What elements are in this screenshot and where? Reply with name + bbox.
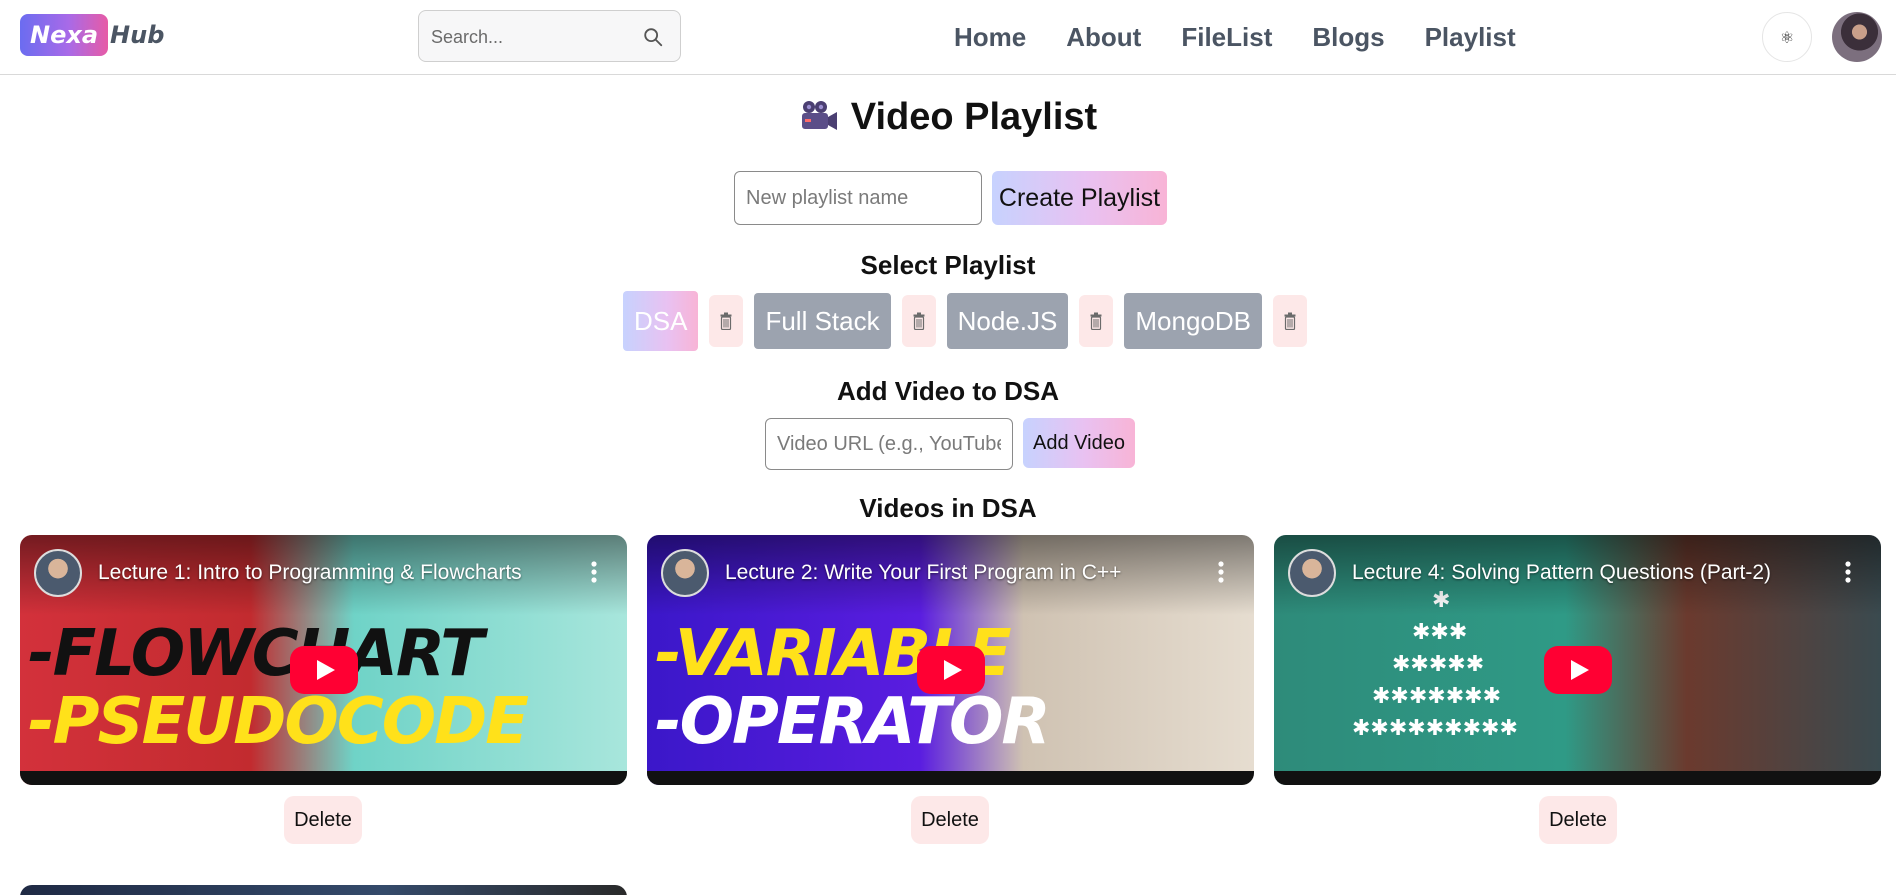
create-playlist-form: Create Playlist xyxy=(734,171,1167,225)
more-options-icon[interactable] xyxy=(591,561,597,583)
delete-playlist-button[interactable] xyxy=(709,295,744,347)
create-playlist-button[interactable]: Create Playlist xyxy=(992,171,1167,225)
playlist-selector: DSA Full Stack Node.JS MongoDB xyxy=(623,291,1318,351)
video-url-input[interactable] xyxy=(765,418,1013,470)
nav-link-about[interactable]: About xyxy=(1066,22,1141,53)
delete-playlist-button[interactable] xyxy=(1079,295,1114,347)
videos-heading: Videos in DSA xyxy=(859,493,1037,523)
select-playlist-heading: Select Playlist xyxy=(860,250,1036,280)
delete-playlist-button[interactable] xyxy=(1272,295,1307,347)
new-playlist-input[interactable] xyxy=(734,171,982,225)
svg-text:✱✱✱✱✱✱✱: ✱✱✱✱✱✱✱ xyxy=(1372,684,1501,709)
nav-link-playlist[interactable]: Playlist xyxy=(1425,22,1516,53)
video-embed[interactable]: -VARIABLE -OPERATOR Lecture 2: Write You… xyxy=(647,535,1254,785)
trash-icon xyxy=(1284,312,1296,330)
add-video-form: Add Video xyxy=(765,418,1135,470)
video-embed[interactable]: -FLOWCHART -PSEUDOCODE Lecture 1: Intro … xyxy=(20,535,627,785)
page-title: Video Playlist xyxy=(0,96,1896,139)
delete-playlist-button[interactable] xyxy=(901,295,936,347)
logo[interactable]: Nexa Hub xyxy=(20,14,164,56)
video-title[interactable]: Lecture 2: Write Your First Program in C… xyxy=(725,561,1121,585)
playlist-button-nodejs[interactable]: Node.JS xyxy=(946,293,1069,349)
add-video-button[interactable]: Add Video xyxy=(1023,418,1135,468)
more-options-icon[interactable] xyxy=(1218,561,1224,583)
video-embed[interactable]: ✱ ✱✱✱ ✱✱✱✱✱ ✱✱✱✱✱✱✱ ✱✱✱✱✱✱✱✱✱ Lecture 4:… xyxy=(1274,535,1881,785)
video-title[interactable]: Lecture 4: Solving Pattern Questions (Pa… xyxy=(1352,561,1771,585)
play-button-icon[interactable] xyxy=(289,646,358,694)
delete-video-button[interactable]: Delete xyxy=(284,796,362,844)
trash-icon xyxy=(913,312,925,330)
channel-avatar[interactable] xyxy=(34,549,82,597)
nav-link-filelist[interactable]: FileList xyxy=(1181,22,1272,53)
trash-icon xyxy=(1090,312,1102,330)
playlist-button-mongodb[interactable]: MongoDB xyxy=(1124,293,1262,349)
delete-video-button[interactable]: Delete xyxy=(911,796,989,844)
svg-text:✱✱✱: ✱✱✱ xyxy=(1412,620,1467,645)
play-button-icon[interactable] xyxy=(916,646,985,694)
thumbnail-footer xyxy=(1274,771,1881,785)
delete-video-button[interactable]: Delete xyxy=(1539,796,1617,844)
thumbnail-text: -OPERATOR xyxy=(655,685,1051,759)
thumbnail-footer xyxy=(20,771,627,785)
add-video-heading: Add Video to DSA xyxy=(837,376,1059,406)
thumbnail-text: -PSEUDOCODE xyxy=(28,685,529,759)
play-button-icon[interactable] xyxy=(1543,646,1612,694)
playlist-button-full-stack[interactable]: Full Stack xyxy=(754,293,891,349)
search-box[interactable] xyxy=(418,10,681,62)
more-options-icon[interactable] xyxy=(1845,561,1851,583)
page-title-text: Video Playlist xyxy=(850,96,1098,138)
nav-link-home[interactable]: Home xyxy=(954,22,1026,53)
logo-text[interactable]: Hub xyxy=(110,21,164,49)
navbar: Nexa Hub Home About FileList Blogs Playl… xyxy=(0,0,1896,75)
thumbnail-footer xyxy=(647,771,1254,785)
movie-camera-icon xyxy=(801,101,837,130)
channel-avatar[interactable] xyxy=(1288,549,1336,597)
avatar[interactable] xyxy=(1832,12,1882,62)
svg-text:✱✱✱✱✱✱✱✱✱: ✱✱✱✱✱✱✱✱✱ xyxy=(1352,716,1518,741)
nav-link-blogs[interactable]: Blogs xyxy=(1312,22,1384,53)
video-title[interactable]: Lecture 1: Intro to Programming & Flowch… xyxy=(98,561,522,585)
video-embed-partial[interactable] xyxy=(20,885,627,895)
channel-avatar[interactable] xyxy=(661,549,709,597)
search-input[interactable] xyxy=(431,23,631,51)
atom-icon: ⚛ xyxy=(1779,27,1795,47)
thumbnail-text: -FLOWCHART xyxy=(28,617,484,691)
trash-icon xyxy=(720,312,732,330)
search-icon[interactable] xyxy=(642,26,664,48)
playlist-button-dsa[interactable]: DSA xyxy=(623,291,699,351)
logo-badge[interactable]: Nexa xyxy=(20,14,109,56)
nav-links: Home About FileList Blogs Playlist xyxy=(954,18,1556,56)
svg-text:✱✱✱✱✱: ✱✱✱✱✱ xyxy=(1392,652,1484,677)
theme-toggle-button[interactable]: ⚛ xyxy=(1762,12,1812,62)
